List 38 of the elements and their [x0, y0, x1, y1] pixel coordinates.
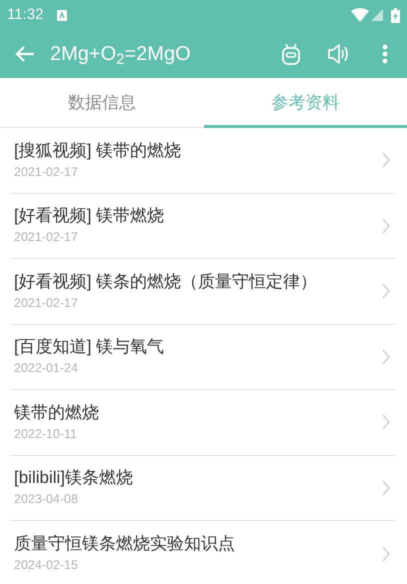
item-date: 2021-02-17: [14, 294, 78, 312]
battery-icon: [391, 8, 400, 22]
chevron-icon: [382, 348, 390, 365]
list-item[interactable]: [搜狐视频] 镁带的燃烧 2021-02-17: [11, 128, 396, 194]
list-item[interactable]: 镁带的燃烧 2022-10-11: [11, 390, 396, 456]
chevron-icon: [382, 480, 390, 496]
status-time: 11:32: [7, 4, 44, 25]
item-date: 2021-02-17: [14, 229, 78, 246]
chevron-icon: [382, 152, 390, 168]
item-date: 2023-04-08: [14, 491, 78, 508]
chevron-icon: [382, 283, 390, 300]
robot-icon: [279, 42, 303, 66]
item-title: [好看视频] 镁带燃烧: [14, 205, 164, 228]
item-title: 质量守恒镁条燃烧实验知识点: [14, 533, 235, 556]
item-title: [好看视频] 镁条的燃烧（质量守恒定律）: [14, 270, 318, 293]
item-date: 2021-02-17: [14, 164, 78, 181]
signal-icon: [371, 9, 383, 21]
chevron-icon: [382, 546, 390, 562]
item-title: [bilibili]镁条燃烧: [14, 467, 134, 490]
chevron-icon: [382, 218, 390, 234]
list-item[interactable]: [bilibili]镁条燃烧 2023-04-08: [11, 456, 396, 521]
more-icon: [382, 44, 388, 64]
item-title: 镁带的燃烧: [14, 402, 99, 424]
speaker-icon: [327, 43, 351, 65]
item-date: 2022-10-11: [14, 426, 78, 443]
back-arrow-icon: [15, 45, 35, 63]
list-item[interactable]: [百度知道] 镁与氧气 2022-01-24: [11, 324, 396, 390]
wifi-icon: [351, 8, 369, 22]
chevron-icon: [382, 414, 390, 430]
list-item[interactable]: [好看视频] 镁条的燃烧（质量守恒定律） 2021-02-17: [11, 259, 396, 324]
app-bar-title: 2Mg+O$_{2}$=2MgO: [50, 42, 192, 69]
item-title: [百度知道] 镁与氧气: [14, 336, 164, 358]
list-item[interactable]: [好看视频] 镁带燃烧 2021-02-17: [11, 194, 396, 259]
item-date: 2024-02-15: [14, 557, 78, 574]
list-item[interactable]: 质量守恒镁条燃烧实验知识点 2024-02-15: [11, 521, 396, 584]
item-date: 2022-01-24: [14, 360, 78, 378]
item-title: [搜狐视频] 镁带的燃烧: [14, 140, 182, 162]
notification-icon: [57, 10, 68, 20]
